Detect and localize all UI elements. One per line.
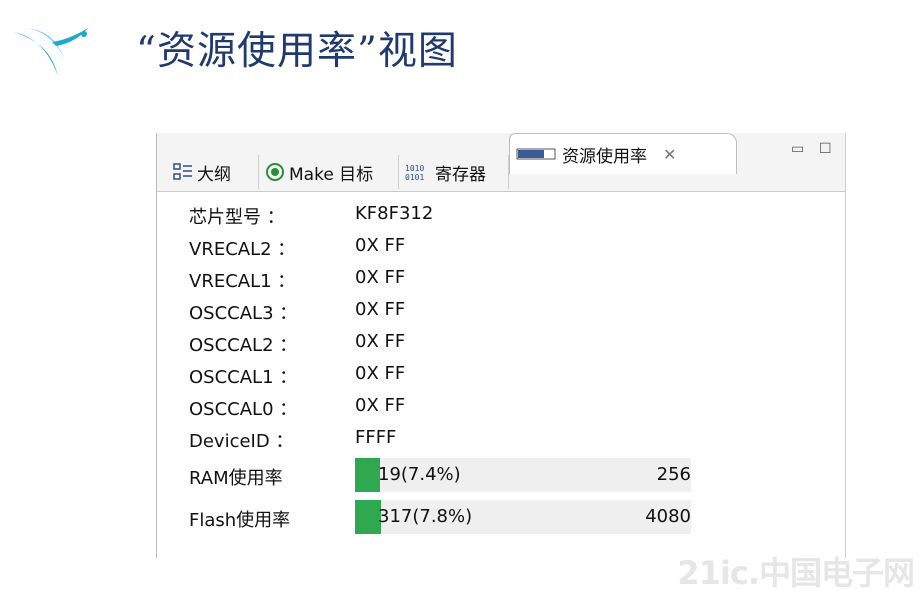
register-icon: 1010 0101 <box>405 163 431 181</box>
info-label: DeviceID ： <box>189 431 294 452</box>
tab-label: 资源使用率 <box>562 146 647 167</box>
tab-label: 寄存器 <box>435 164 486 185</box>
outline-icon <box>173 163 193 181</box>
ram-usage-max: 256 <box>656 464 691 485</box>
ram-usage-fill <box>355 458 380 492</box>
minimize-icon[interactable]: ▭ <box>791 141 804 157</box>
svg-text:0101: 0101 <box>405 173 424 181</box>
flash-usage-max: 4080 <box>645 506 691 527</box>
close-tab-icon[interactable]: ✕ <box>663 145 676 164</box>
panel-top-strip <box>157 133 845 151</box>
tab-label: 大纲 <box>197 164 231 185</box>
maximize-icon[interactable]: ☐ <box>819 141 832 157</box>
info-value: 0X FF <box>355 235 406 256</box>
tab-outline[interactable]: 大纲 <box>167 155 259 189</box>
info-label: 芯片型号 ： <box>189 207 285 228</box>
info-value: 0X FF <box>355 395 406 416</box>
usage-label: Flash使用率 <box>189 510 291 531</box>
info-label: OSCCAL3 ： <box>189 303 298 324</box>
info-label: VRECAL2 ： <box>189 239 296 260</box>
flash-usage-bar: 317(7.8%) 4080 <box>355 500 691 534</box>
view-tab-bar: 大纲 Make 目标 1010 0101 寄存器 <box>157 151 845 192</box>
watermark: 21ic.中国电子网 <box>677 554 915 592</box>
info-value: FFFF <box>355 427 397 448</box>
info-label: VRECAL1 ： <box>189 271 296 292</box>
info-value: 0X FF <box>355 299 406 320</box>
info-value: KF8F312 <box>355 203 434 224</box>
resource-usage-view: 大纲 Make 目标 1010 0101 寄存器 资源使用率 ✕ ▭ ☐ 芯片型… <box>156 133 846 558</box>
svg-text:1010: 1010 <box>405 164 424 173</box>
tab-registers[interactable]: 1010 0101 寄存器 <box>399 155 509 189</box>
ram-usage-text: 19(7.4%) <box>378 464 461 485</box>
tab-make-target[interactable]: Make 目标 <box>259 155 399 189</box>
usage-label: RAM使用率 <box>189 468 283 489</box>
info-value: 0X FF <box>355 331 406 352</box>
ram-usage-bar: 19(7.4%) 256 <box>355 458 691 492</box>
info-label: OSCCAL0 ： <box>189 399 298 420</box>
info-label: OSCCAL2 ： <box>189 335 298 356</box>
flash-usage-text: 317(7.8%) <box>378 506 473 527</box>
tab-label: Make 目标 <box>289 164 374 185</box>
make-target-icon <box>265 162 285 182</box>
info-value: 0X FF <box>355 363 406 384</box>
resource-usage-icon <box>516 147 556 161</box>
logo-icon <box>14 28 88 76</box>
slide-title: “资源使用率”视图 <box>136 29 458 74</box>
tab-resource-usage[interactable]: 资源使用率 ✕ <box>509 133 737 174</box>
info-label: OSCCAL1 ： <box>189 367 298 388</box>
info-value: 0X FF <box>355 267 406 288</box>
